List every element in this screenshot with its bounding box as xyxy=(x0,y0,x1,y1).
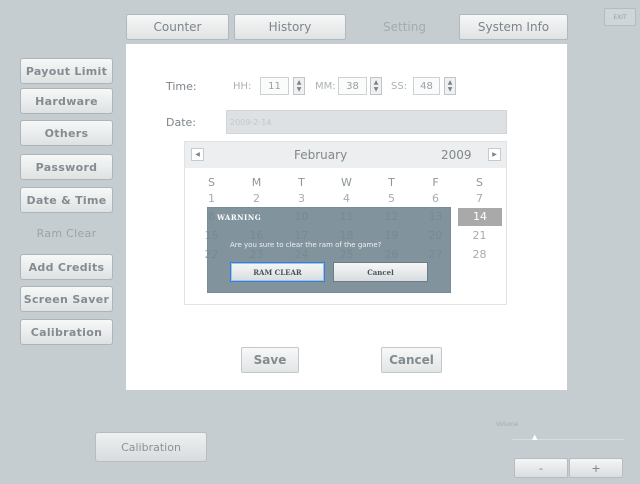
weekday-label: M xyxy=(251,176,262,189)
calendar-day[interactable]: 4 xyxy=(324,192,369,205)
volume-slider-track[interactable] xyxy=(512,439,624,440)
weekday-label: S xyxy=(208,176,215,189)
minute-stepper[interactable]: ▲ ▼ xyxy=(370,77,382,95)
warning-dialog: WARNING Are you sure to clear the ram of… xyxy=(207,207,451,293)
calendar-month: February xyxy=(294,148,348,162)
second-field[interactable]: 48 xyxy=(413,77,440,95)
sidebar-item-password[interactable]: Password xyxy=(20,154,113,180)
cancel-button[interactable]: Cancel xyxy=(381,347,442,373)
down-arrow-icon[interactable]: ▼ xyxy=(297,86,302,93)
left-arrow-icon[interactable]: ◀ xyxy=(191,148,204,161)
sidebar-item-date-time[interactable]: Date & Time xyxy=(20,187,113,213)
tab-counter[interactable]: Counter xyxy=(126,14,229,40)
minute-field[interactable]: 38 xyxy=(338,77,367,95)
calendar-day[interactable]: 2 xyxy=(234,192,279,205)
weekday-label: T xyxy=(298,176,305,189)
time-label: Time: xyxy=(166,80,197,93)
right-arrow-icon[interactable]: ▶ xyxy=(488,148,501,161)
volume-up-button[interactable]: + xyxy=(569,458,623,478)
calibration-button[interactable]: Calibration xyxy=(95,432,207,462)
mm-label: MM: xyxy=(315,81,336,92)
tab-history[interactable]: History xyxy=(234,14,346,40)
weekday-label: S xyxy=(476,176,483,189)
calendar-day[interactable]: 1 xyxy=(189,192,234,205)
hour-stepper[interactable]: ▲ ▼ xyxy=(293,77,305,95)
down-arrow-icon[interactable]: ▼ xyxy=(448,86,453,93)
volume-label: Volume xyxy=(496,421,519,428)
calendar-day[interactable]: 28 xyxy=(457,248,502,261)
settings-screen: Counter History Setting System Info EXIT… xyxy=(0,0,640,484)
dialog-cancel-button[interactable]: Cancel xyxy=(333,262,428,282)
date-field[interactable]: 2009-2-14 xyxy=(226,110,507,134)
date-label: Date: xyxy=(166,116,196,129)
sidebar-item-payout-limit[interactable]: Payout Limit xyxy=(20,58,113,84)
sidebar-item-add-credits[interactable]: Add Credits xyxy=(20,254,113,280)
calendar-day[interactable]: 6 xyxy=(413,192,458,205)
weekday-label: W xyxy=(341,176,352,189)
dialog-title: WARNING xyxy=(217,213,262,222)
calendar-day[interactable]: 5 xyxy=(369,192,414,205)
volume-slider-thumb[interactable]: ▲ xyxy=(532,433,537,441)
weekday-label: F xyxy=(432,176,439,189)
down-arrow-icon[interactable]: ▼ xyxy=(374,86,379,93)
dialog-message: Are you sure to clear the ram of the gam… xyxy=(230,241,382,249)
calendar-day[interactable]: 21 xyxy=(457,229,502,242)
up-arrow-icon[interactable]: ▲ xyxy=(448,79,453,86)
exit-button[interactable]: EXIT xyxy=(604,8,636,26)
save-button[interactable]: Save xyxy=(241,347,299,373)
ss-label: SS: xyxy=(391,81,408,92)
hh-label: HH: xyxy=(233,81,252,92)
calendar-year: 2009 xyxy=(441,148,472,162)
sidebar-item-hardware[interactable]: Hardware xyxy=(20,88,113,114)
sidebar-item-screen-saver[interactable]: Screen Saver xyxy=(20,286,113,312)
second-stepper[interactable]: ▲ ▼ xyxy=(444,77,456,95)
sidebar-item-others[interactable]: Others xyxy=(20,120,113,146)
volume-down-button[interactable]: - xyxy=(514,458,568,478)
calendar-header: ◀ February 2009 ▶ xyxy=(185,142,506,168)
ram-clear-button[interactable]: RAM CLEAR xyxy=(230,262,325,282)
weekday-label: T xyxy=(388,176,395,189)
hour-field[interactable]: 11 xyxy=(260,77,289,95)
sidebar-item-ram-clear[interactable]: Ram Clear xyxy=(20,220,113,246)
sidebar-item-calibration[interactable]: Calibration xyxy=(20,319,113,345)
up-arrow-icon[interactable]: ▲ xyxy=(297,79,302,86)
tab-system-info[interactable]: System Info xyxy=(459,14,568,40)
up-arrow-icon[interactable]: ▲ xyxy=(374,79,379,86)
tab-setting[interactable]: Setting xyxy=(353,14,456,40)
calendar-day[interactable]: 7 xyxy=(457,192,502,205)
calendar-day[interactable]: 3 xyxy=(279,192,324,205)
calendar-day-selected[interactable]: 14 xyxy=(458,208,502,226)
